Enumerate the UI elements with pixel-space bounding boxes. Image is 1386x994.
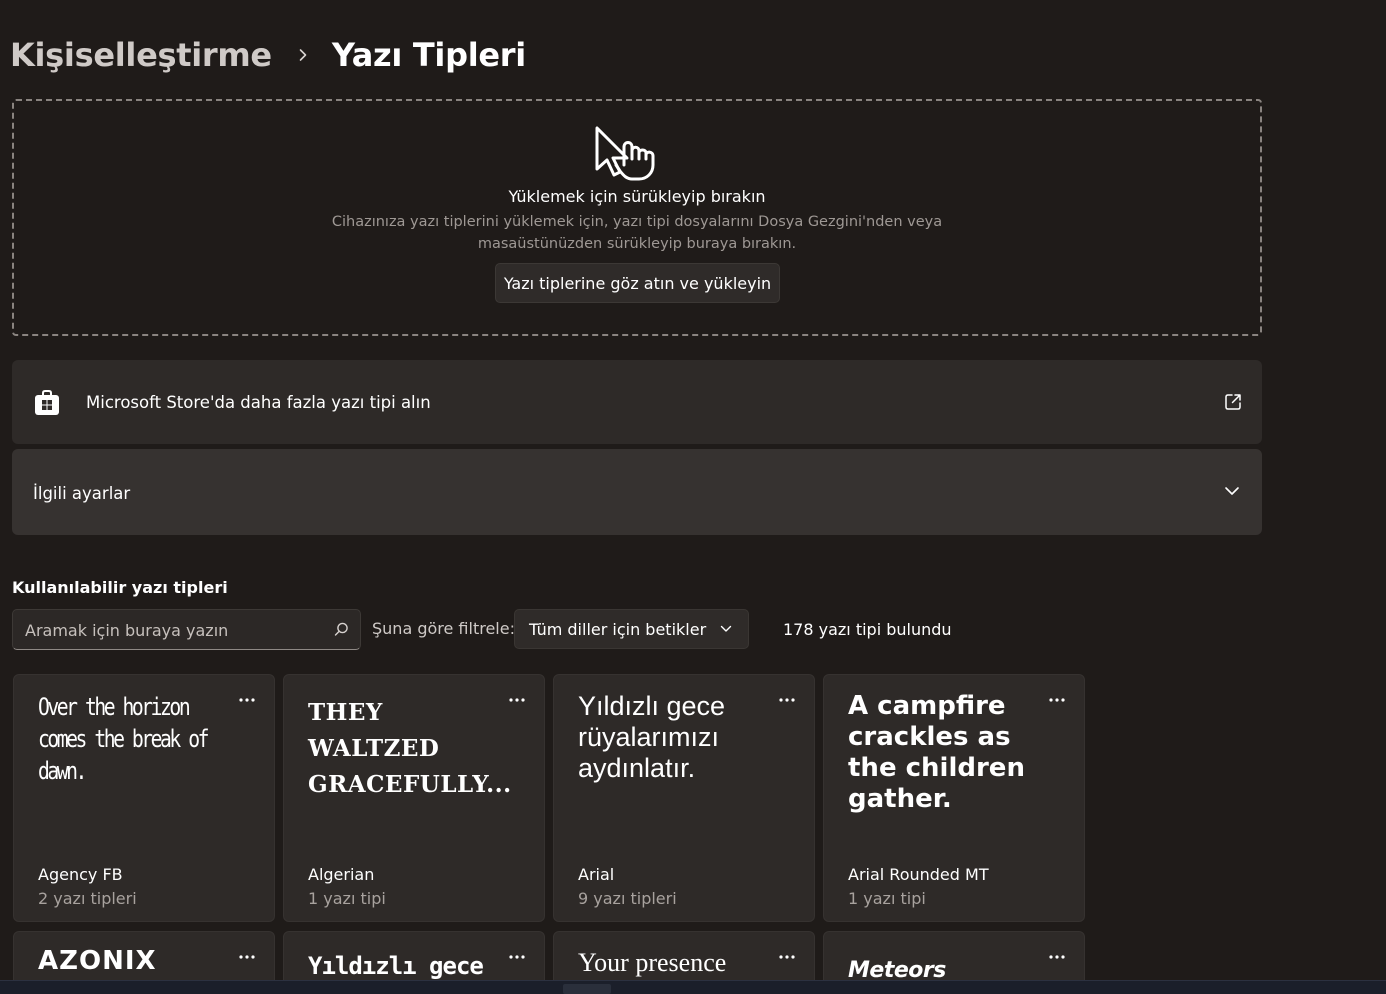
drop-zone-description: Cihazınıza yazı tiplerini yüklemek için,… xyxy=(331,214,943,252)
filter-selected-value: Tüm diller için betikler xyxy=(529,620,707,639)
related-settings-expander[interactable]: İlgili ayarlar xyxy=(12,449,1262,535)
browse-install-fonts-button[interactable]: Yazı tiplerine göz atın ve yükleyin xyxy=(495,263,780,303)
font-face-count: 9 yazı tipleri xyxy=(578,889,677,908)
font-search-input[interactable] xyxy=(25,619,325,641)
font-family-name: Arial Rounded MT xyxy=(848,865,989,884)
page-title: Yazı Tipleri xyxy=(331,36,526,74)
more-options-icon[interactable] xyxy=(508,697,526,703)
more-options-icon[interactable] xyxy=(508,954,526,960)
font-tile-arial-rounded-mt[interactable]: A campfire crackles as the children gath… xyxy=(823,674,1085,922)
filter-label: Şuna göre filtrele: xyxy=(372,619,515,638)
search-icon[interactable] xyxy=(334,622,349,637)
drag-drop-hand-icon xyxy=(595,126,655,181)
font-tile-arial[interactable]: Yıldızlı gece rüyalarımızı aydınlatır. A… xyxy=(553,674,815,922)
related-settings-label: İlgili ayarlar xyxy=(33,484,131,503)
font-sample-text: Yıldızlı gece xyxy=(308,952,484,980)
more-options-icon[interactable] xyxy=(238,697,256,703)
open-external-icon xyxy=(1225,394,1241,410)
drop-zone-title: Yüklemek için sürükleyip bırakın xyxy=(508,187,766,206)
font-family-name: Agency FB xyxy=(38,865,123,884)
font-tile-agency-fb[interactable]: Over the horizon comes the break of dawn… xyxy=(13,674,275,922)
script-filter-dropdown[interactable]: Tüm diller için betikler xyxy=(514,609,749,649)
more-options-icon[interactable] xyxy=(1048,954,1066,960)
more-options-icon[interactable] xyxy=(238,954,256,960)
fonts-settings-page: Kişiselleştirme Yazı Tipleri Yüklemek iç… xyxy=(0,0,1386,994)
font-family-name: Arial xyxy=(578,865,615,884)
breadcrumb-parent-link[interactable]: Kişiselleştirme xyxy=(10,36,272,74)
font-sample-text: A campfire crackles as the children gath… xyxy=(848,691,1025,814)
chevron-right-icon xyxy=(299,49,307,61)
font-count-label: 178 yazı tipi bulundu xyxy=(783,620,952,639)
store-link-label: Microsoft Store'da daha fazla yazı tipi … xyxy=(86,393,431,412)
font-tile-algerian[interactable]: THEY WALTZED GRACEFULLY... Algerian 1 ya… xyxy=(283,674,545,922)
font-sample-text: Your presence xyxy=(578,948,727,977)
font-search-box[interactable] xyxy=(12,609,361,650)
font-family-name: Algerian xyxy=(308,865,375,884)
font-drop-zone[interactable]: Yüklemek için sürükleyip bırakın Cihazın… xyxy=(12,99,1262,336)
font-sample-text: Over the horizon comes the break of dawn… xyxy=(38,693,209,785)
breadcrumb: Kişiselleştirme Yazı Tipleri xyxy=(10,32,526,78)
microsoft-store-link-row[interactable]: Microsoft Store'da daha fazla yazı tipi … xyxy=(12,360,1262,444)
chevron-down-icon xyxy=(1225,487,1239,495)
store-icon xyxy=(35,390,59,415)
more-options-icon[interactable] xyxy=(1048,697,1066,703)
available-fonts-heading: Kullanılabilir yazı tipleri xyxy=(12,578,228,597)
font-sample-text: Yıldızlı gece rüyalarımızı aydınlatır. xyxy=(578,691,726,783)
chevron-down-icon xyxy=(720,625,732,632)
font-sample-text: THEY WALTZED GRACEFULLY... xyxy=(308,699,512,798)
font-face-count: 1 yazı tipi xyxy=(848,889,926,908)
more-options-icon[interactable] xyxy=(778,697,796,703)
more-options-icon[interactable] xyxy=(778,954,796,960)
taskbar-edge xyxy=(0,980,1386,994)
font-face-count: 2 yazı tipleri xyxy=(38,889,137,908)
font-sample-text: AZONIX xyxy=(38,946,157,976)
taskbar-handle xyxy=(563,984,611,994)
font-face-count: 1 yazı tipi xyxy=(308,889,386,908)
